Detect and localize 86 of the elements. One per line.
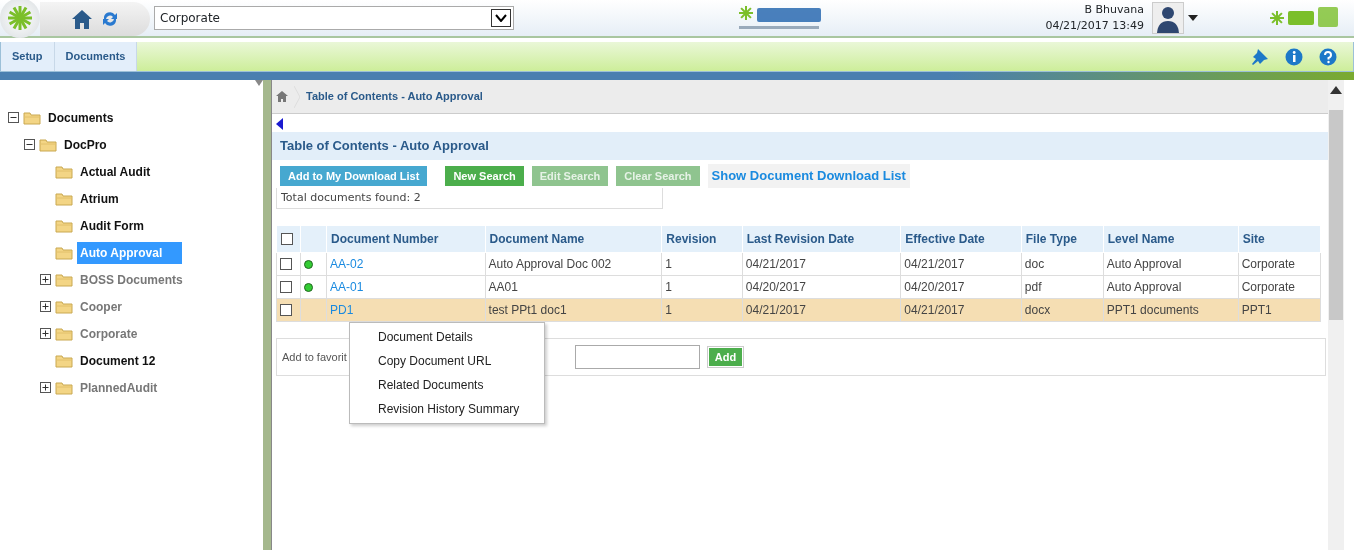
folder-icon	[55, 353, 73, 368]
back-arrow-icon[interactable]	[276, 118, 283, 130]
document-link[interactable]: AA-01	[330, 280, 364, 294]
tree-item[interactable]: Documents	[45, 106, 117, 129]
context-menu-item[interactable]: Related Documents	[350, 372, 544, 397]
folder-icon	[55, 299, 73, 314]
site-select[interactable]: Corporate	[154, 6, 514, 30]
favorites-input[interactable]	[574, 345, 700, 369]
download-list-link[interactable]: Show Document Download List	[707, 164, 910, 188]
tree-item[interactable]: DocPro	[61, 133, 110, 156]
panel-title: Table of Contents - Auto Approval	[272, 132, 1328, 160]
table-cell: 1	[665, 257, 673, 271]
expand-icon[interactable]	[40, 301, 51, 312]
tree-item[interactable]: Atrium	[77, 187, 122, 210]
table-cell: docx	[1024, 303, 1051, 317]
folder-icon	[55, 218, 73, 233]
tree-item[interactable]: Actual Audit	[77, 160, 154, 183]
table-row[interactable]: AA-01 AA01 1 04/20/2017 04/20/2017 pdf Auto Approval Corporate	[276, 275, 1321, 299]
scrollbar[interactable]	[1328, 80, 1344, 550]
table-cell: PPT1	[1241, 303, 1272, 317]
table-cell: PPT1 documents	[1106, 303, 1199, 317]
table-cell: Auto Approval	[1106, 280, 1182, 294]
home-icon[interactable]	[71, 8, 93, 30]
scroll-up-icon[interactable]	[1330, 86, 1342, 94]
table-cell: AA01	[488, 280, 518, 294]
home-icon[interactable]	[276, 91, 288, 102]
refresh-icon[interactable]	[101, 10, 119, 28]
user-name: B Bhuvana	[1083, 1, 1144, 18]
column-header[interactable]: Site	[1242, 232, 1265, 246]
expand-icon[interactable]	[40, 274, 51, 285]
row-checkbox[interactable]	[280, 281, 292, 293]
caret-icon[interactable]	[1188, 15, 1198, 21]
table-cell: Corporate	[1241, 280, 1296, 294]
menu-tab[interactable]: Setup	[1, 42, 55, 71]
menu-tab[interactable]: Documents	[54, 42, 138, 71]
expand-icon[interactable]	[40, 382, 51, 393]
expand-icon[interactable]	[40, 328, 51, 339]
table-row[interactable]: AA-02 Auto Approval Doc 002 1 04/21/2017 04/21/2017 doc Auto Approval Corporate	[276, 252, 1321, 276]
table-row[interactable]: PD1 test PPt1 doc1 1 04/21/2017 04/21/2017 docx PPT1 documents PPT1	[276, 298, 1321, 322]
tree-item[interactable]: Audit Form	[77, 214, 147, 237]
folder-icon	[55, 380, 73, 395]
folder-icon	[55, 245, 73, 260]
table-cell: 04/21/2017	[745, 257, 806, 271]
table-cell: 1	[665, 280, 673, 294]
table-cell: 04/21/2017	[904, 303, 965, 317]
collapse-icon[interactable]	[8, 112, 19, 123]
collapse-icon[interactable]	[24, 139, 35, 150]
context-menu-item[interactable]: Document Details	[350, 324, 544, 349]
table-cell: Auto Approval	[1106, 257, 1182, 271]
table-cell: doc	[1024, 257, 1045, 271]
user-avatar-icon[interactable]	[1152, 2, 1184, 34]
document-link[interactable]: AA-02	[330, 257, 364, 271]
table-cell: test PPt1 doc1	[488, 303, 567, 317]
total-count: Total documents found: 2	[276, 187, 663, 209]
table-cell: 04/21/2017	[745, 303, 806, 317]
tree-item[interactable]: PlannedAudit	[77, 376, 161, 399]
table-cell: pdf	[1024, 280, 1042, 294]
tree-item[interactable]: Document 12	[77, 349, 159, 372]
favorites-label: Add to favorit	[282, 349, 347, 365]
folder-icon	[23, 110, 41, 125]
pin-icon[interactable]	[1251, 47, 1269, 66]
date-time: 04/21/2017 13:49	[1045, 18, 1144, 34]
breadcrumb-link[interactable]: Table of Contents - Auto Approval	[306, 88, 483, 105]
folder-icon	[55, 164, 73, 179]
table-cell: Corporate	[1241, 257, 1296, 271]
row-checkbox[interactable]	[280, 258, 292, 270]
tree-item[interactable]: Corporate	[77, 322, 141, 345]
tree-item[interactable]: BOSS Documents	[77, 268, 186, 291]
tree-item[interactable]: Cooper	[77, 295, 125, 318]
row-checkbox[interactable]	[280, 304, 292, 316]
table-cell: 1	[665, 303, 673, 317]
table-cell: 04/20/2017	[745, 280, 806, 294]
info-icon[interactable]	[1285, 47, 1303, 66]
folder-icon	[55, 272, 73, 287]
folder-icon	[55, 191, 73, 206]
context-menu-item[interactable]: Copy Document URL	[350, 348, 544, 373]
scrollbar-thumb[interactable]	[1329, 110, 1343, 320]
folder-icon	[39, 137, 57, 152]
table-cell: 04/21/2017	[904, 257, 965, 271]
table-cell: Auto Approval Doc 002	[488, 257, 612, 271]
context-menu-item[interactable]: Revision History Summary	[350, 396, 544, 421]
folder-icon	[55, 326, 73, 341]
sun-logo-icon	[5, 3, 35, 33]
help-icon[interactable]	[1319, 47, 1337, 66]
table-cell: 04/20/2017	[904, 280, 965, 294]
select-all-checkbox[interactable]	[281, 233, 293, 245]
